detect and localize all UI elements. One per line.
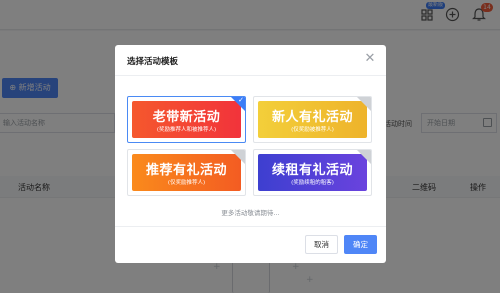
template-card-referral-gift[interactable]: 推荐有礼活动 (仅奖励推荐人) xyxy=(127,149,246,196)
template-title: 新人有礼活动 xyxy=(271,110,353,125)
template-title: 老带新活动 xyxy=(152,110,221,125)
template-subtitle: (仅奖励推荐人) xyxy=(167,180,206,186)
template-card-old-bring-new[interactable]: 老带新活动 (奖励推荐人和被推荐人) ✓ xyxy=(127,96,246,143)
cancel-button[interactable]: 取消 xyxy=(305,235,338,254)
dialog-header-divider xyxy=(115,75,386,76)
unselected-corner xyxy=(357,97,371,111)
template-card-newcomer-gift[interactable]: 新人有礼活动 (仅奖励被推荐人) xyxy=(253,96,372,143)
close-icon[interactable]: ✕ xyxy=(363,52,377,66)
template-card-renewal-gift[interactable]: 续租有礼活动 (奖励续租的租客) xyxy=(253,149,372,196)
select-template-dialog: 选择活动模板 ✕ 老带新活动 (奖励推荐人和被推荐人) ✓ 新人有礼活动 (仅奖… xyxy=(115,45,386,263)
check-icon: ✓ xyxy=(238,96,244,104)
dialog-title: 选择活动模板 xyxy=(127,57,179,67)
template-banner: 推荐有礼活动 (仅奖励推荐人) xyxy=(132,154,241,191)
confirm-button[interactable]: 确定 xyxy=(344,235,377,254)
template-banner: 续租有礼活动 (奖励续租的租客) xyxy=(258,154,367,191)
template-banner: 老带新活动 (奖励推荐人和被推荐人) xyxy=(132,101,241,138)
template-subtitle: (仅奖励被推荐人) xyxy=(291,127,334,133)
dialog-footer-divider xyxy=(115,226,386,227)
more-coming-text: 更多活动敬请期待... xyxy=(221,209,280,217)
template-title: 续租有礼活动 xyxy=(271,163,353,178)
template-subtitle: (奖励续租的租客) xyxy=(291,180,334,186)
template-banner: 新人有礼活动 (仅奖励被推荐人) xyxy=(258,101,367,138)
unselected-corner xyxy=(231,150,245,164)
template-title: 推荐有礼活动 xyxy=(145,163,227,178)
unselected-corner xyxy=(357,150,371,164)
template-subtitle: (奖励推荐人和被推荐人) xyxy=(156,127,217,133)
